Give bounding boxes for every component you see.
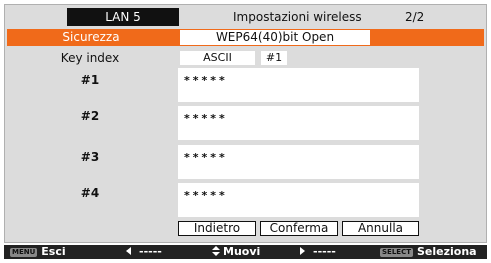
right-value: -----	[313, 245, 336, 258]
exit-hint[interactable]: MENU Esci	[10, 245, 66, 259]
key-3-field[interactable]: *****	[178, 145, 419, 179]
key-mode-select[interactable]: ASCII	[180, 51, 255, 65]
move-label: Muovi	[223, 245, 261, 258]
page-indicator: 2/2	[405, 10, 425, 24]
key-3-label: #3	[80, 150, 100, 164]
page-title: Impostazioni wireless	[233, 10, 362, 24]
status-bar: MENU Esci ----- Muovi ----- SELECT Selezio…	[4, 245, 487, 259]
menu-key-icon: MENU	[10, 248, 38, 257]
security-value[interactable]: WEP64(40)bit Open	[180, 30, 370, 45]
move-hint: Muovi	[212, 245, 260, 259]
button-row: Indietro Conferma Annulla	[5, 221, 486, 237]
key-index-select[interactable]: #1	[261, 51, 287, 65]
security-row[interactable]: Sicurezza WEP64(40)bit Open	[7, 29, 484, 46]
select-key-icon: SELECT	[380, 248, 413, 257]
left-value: -----	[139, 245, 162, 258]
key-2-label: #2	[80, 109, 100, 123]
confirm-button[interactable]: Conferma	[260, 221, 338, 236]
wireless-settings-panel: LAN 5 Impostazioni wireless 2/2 Sicurezz…	[4, 4, 487, 243]
cancel-button[interactable]: Annulla	[342, 221, 419, 236]
exit-label: Esci	[41, 245, 66, 258]
key-4-field[interactable]: *****	[178, 183, 419, 217]
key-index-row: Key index ASCII #1	[5, 50, 486, 66]
updown-arrows-icon	[212, 246, 220, 256]
key-4-label: #4	[80, 186, 100, 200]
left-hint: -----	[126, 245, 162, 259]
arrow-right-icon	[300, 247, 305, 255]
key-1-label: #1	[80, 73, 100, 87]
lan-label: LAN 5	[67, 8, 179, 26]
key-1-field[interactable]: *****	[178, 68, 419, 102]
key-2-field[interactable]: *****	[178, 106, 419, 140]
right-hint: -----	[300, 245, 336, 259]
select-hint[interactable]: SELECT Seleziona	[380, 245, 477, 259]
select-label: Seleziona	[416, 245, 477, 258]
header: LAN 5 Impostazioni wireless 2/2	[5, 8, 486, 28]
screen: LAN 5 Impostazioni wireless 2/2 Sicurezz…	[0, 0, 491, 263]
arrow-left-icon	[126, 247, 131, 255]
back-button[interactable]: Indietro	[178, 221, 256, 236]
key-index-label: Key index	[60, 51, 120, 65]
security-label: Sicurezza	[62, 30, 120, 44]
